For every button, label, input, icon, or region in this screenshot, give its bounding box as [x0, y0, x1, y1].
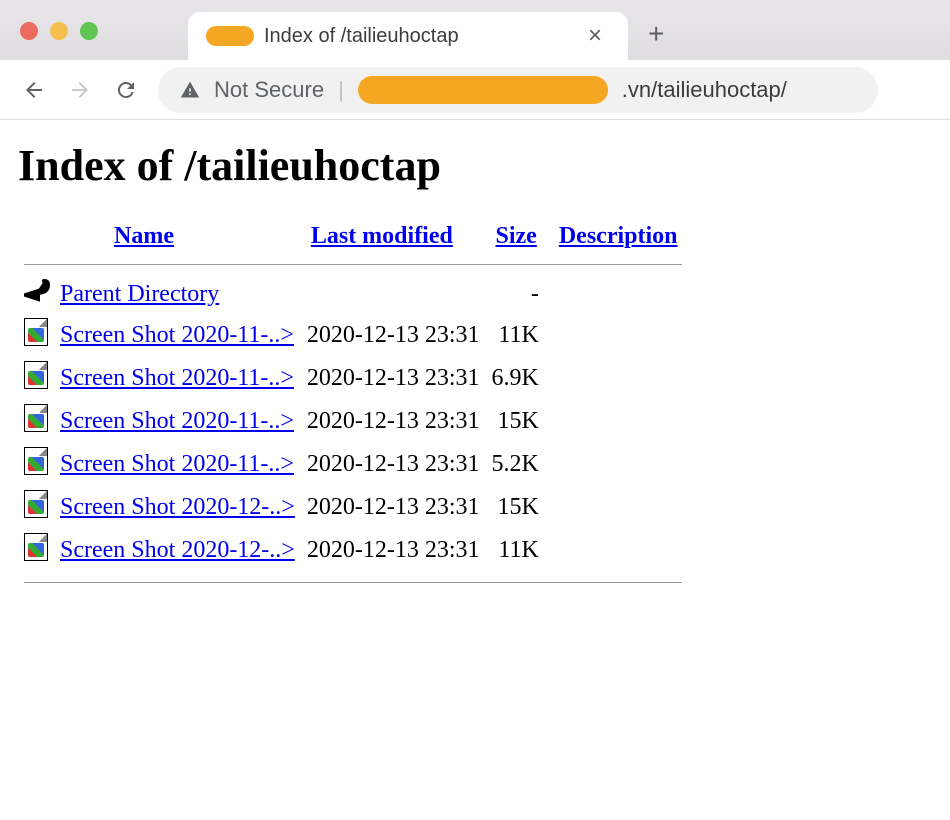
table-row: Screen Shot 2020-11-..> 2020-12-13 23:31… — [18, 314, 688, 357]
forward-button[interactable] — [66, 76, 94, 104]
file-modified: 2020-12-13 23:31 — [301, 443, 486, 486]
file-link[interactable]: Screen Shot 2020-11-..> — [60, 322, 294, 348]
image-file-icon — [24, 490, 48, 518]
image-file-icon — [24, 361, 48, 389]
address-divider: | — [338, 77, 344, 103]
address-bar[interactable]: Not Secure | .vn/tailieuhoctap/ — [158, 67, 878, 113]
file-modified: 2020-12-13 23:31 — [301, 400, 486, 443]
sort-by-modified[interactable]: Last modified — [311, 223, 453, 249]
file-modified: 2020-12-13 23:31 — [301, 314, 486, 357]
table-row-parent: Parent Directory - — [18, 275, 688, 314]
file-size: 5.2K — [486, 443, 549, 486]
toolbar: Not Secure | .vn/tailieuhoctap/ — [0, 60, 950, 120]
reload-icon — [114, 78, 138, 102]
page-title: Index of /tailieuhoctap — [18, 140, 932, 191]
table-row: Screen Shot 2020-12-..> 2020-12-13 23:31… — [18, 486, 688, 529]
file-link[interactable]: Screen Shot 2020-11-..> — [60, 408, 294, 434]
table-row: Screen Shot 2020-12-..> 2020-12-13 23:31… — [18, 529, 688, 572]
sort-by-name[interactable]: Name — [114, 223, 174, 249]
maximize-window-button[interactable] — [80, 22, 98, 40]
file-link[interactable]: Screen Shot 2020-11-..> — [60, 365, 294, 391]
table-divider — [24, 264, 682, 265]
table-row: Screen Shot 2020-11-..> 2020-12-13 23:31… — [18, 357, 688, 400]
sort-by-size[interactable]: Size — [496, 223, 537, 249]
page-content: Index of /tailieuhoctap Name Last modifi… — [0, 120, 950, 613]
back-button[interactable] — [20, 76, 48, 104]
file-link[interactable]: Screen Shot 2020-11-..> — [60, 451, 294, 477]
not-secure-label: Not Secure — [214, 77, 324, 103]
arrow-left-icon — [22, 78, 46, 102]
table-divider — [24, 582, 682, 583]
close-tab-icon[interactable]: × — [580, 22, 610, 50]
table-row: Screen Shot 2020-11-..> 2020-12-13 23:31… — [18, 400, 688, 443]
directory-listing-table: Name Last modified Size Description Pare… — [18, 219, 688, 593]
image-file-icon — [24, 318, 48, 346]
not-secure-icon — [180, 80, 200, 100]
browser-tab[interactable]: Index of /tailieuhoctap × — [188, 12, 628, 60]
file-size: 11K — [486, 314, 549, 357]
tab-title: Index of /tailieuhoctap — [264, 25, 570, 48]
file-size: 6.9K — [486, 357, 549, 400]
parent-size: - — [486, 275, 549, 314]
file-size: 11K — [486, 529, 549, 572]
file-link[interactable]: Screen Shot 2020-12-..> — [60, 494, 295, 520]
browser-tab-strip: Index of /tailieuhoctap × + — [0, 0, 950, 60]
window-controls — [20, 22, 98, 40]
file-modified: 2020-12-13 23:31 — [301, 486, 486, 529]
url-path: .vn/tailieuhoctap/ — [622, 77, 787, 103]
file-modified: 2020-12-13 23:31 — [301, 357, 486, 400]
parent-directory-icon — [24, 279, 48, 303]
file-size: 15K — [486, 400, 549, 443]
image-file-icon — [24, 404, 48, 432]
reload-button[interactable] — [112, 76, 140, 104]
sort-by-description[interactable]: Description — [559, 223, 678, 249]
image-file-icon — [24, 447, 48, 475]
file-link[interactable]: Screen Shot 2020-12-..> — [60, 537, 295, 563]
parent-directory-link[interactable]: Parent Directory — [60, 281, 219, 307]
new-tab-button[interactable]: + — [628, 18, 684, 50]
close-window-button[interactable] — [20, 22, 38, 40]
minimize-window-button[interactable] — [50, 22, 68, 40]
arrow-right-icon — [68, 78, 92, 102]
table-row: Screen Shot 2020-11-..> 2020-12-13 23:31… — [18, 443, 688, 486]
file-size: 15K — [486, 486, 549, 529]
url-host-redacted — [358, 76, 608, 104]
image-file-icon — [24, 533, 48, 561]
tab-favicon-redacted — [206, 26, 254, 46]
file-modified: 2020-12-13 23:31 — [301, 529, 486, 572]
